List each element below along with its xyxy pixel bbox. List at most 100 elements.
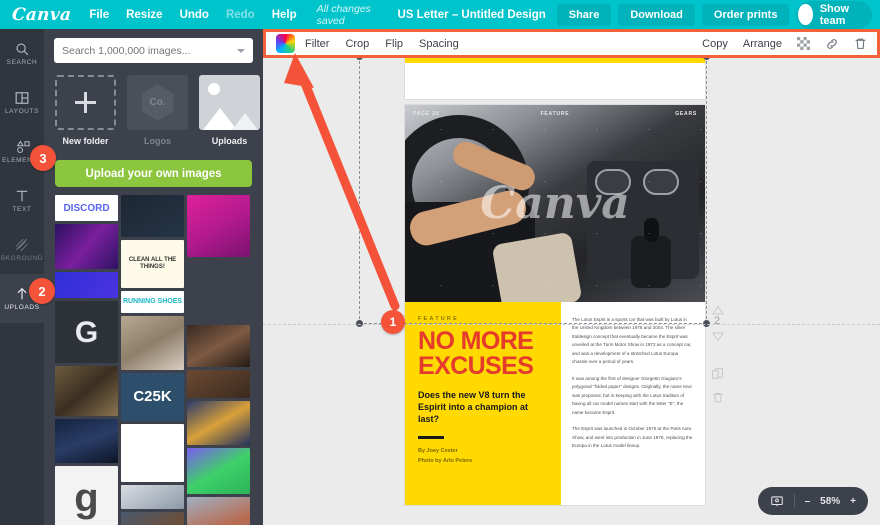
document-title[interactable]: US Letter – Untitled Design bbox=[398, 9, 546, 21]
sidebar-item-search[interactable]: SEARCH bbox=[0, 29, 44, 78]
slack-logo[interactable] bbox=[121, 424, 184, 482]
zoom-in-button[interactable]: + bbox=[850, 496, 856, 507]
office-photo[interactable] bbox=[121, 485, 184, 509]
show-team-button[interactable]: Show team bbox=[796, 0, 872, 29]
pink-portrait-art[interactable] bbox=[187, 195, 250, 257]
sidebar-item-background[interactable]: BKGROUND bbox=[0, 225, 44, 274]
menu-undo[interactable]: Undo bbox=[180, 9, 209, 21]
selection-box[interactable] bbox=[356, 53, 710, 327]
article-headline: NO MORE EXCUSES bbox=[418, 329, 549, 378]
sneakers-photo[interactable] bbox=[121, 316, 184, 370]
folder-uploads[interactable]: Uploads bbox=[199, 75, 260, 146]
download-button[interactable]: Download bbox=[618, 3, 695, 26]
canvas-area[interactable]: Filter Crop Flip Spacing Copy Arrange PA… bbox=[263, 29, 880, 525]
badge-label: 3 bbox=[39, 150, 47, 166]
article-rule bbox=[418, 436, 444, 440]
filter-button[interactable]: Filter bbox=[305, 38, 329, 50]
flip-button[interactable]: Flip bbox=[385, 38, 403, 50]
folder-new[interactable]: New folder bbox=[55, 75, 116, 146]
canva-logo[interactable]: Canva bbox=[11, 5, 72, 25]
color-swatch[interactable] bbox=[276, 34, 295, 53]
new-folder-tile[interactable] bbox=[55, 75, 116, 130]
green-gradient-art[interactable] bbox=[187, 448, 250, 494]
food-bowl-photo[interactable] bbox=[121, 512, 184, 525]
toy-figures-photo[interactable] bbox=[55, 366, 118, 416]
copy-button[interactable]: Copy bbox=[702, 38, 728, 50]
menu-file[interactable]: File bbox=[89, 9, 109, 21]
c25k-meme[interactable]: C25K bbox=[121, 373, 184, 421]
sidebar-label-layouts: LAYOUTS bbox=[4, 108, 40, 115]
uploads-panel: New folder Co. Logos Uploads Upload your… bbox=[44, 29, 263, 525]
toolbar-right-group: Copy Arrange bbox=[702, 37, 867, 51]
show-team-label: Show team bbox=[819, 2, 850, 27]
running-track-photo[interactable] bbox=[187, 497, 250, 525]
crop-button[interactable]: Crop bbox=[345, 38, 369, 50]
annotation-badge-3: 3 bbox=[30, 145, 56, 171]
byline-author: By Joey Cester bbox=[418, 448, 458, 455]
purple-glitch-art[interactable] bbox=[55, 224, 118, 269]
folder-label-new: New folder bbox=[62, 136, 109, 146]
article-section[interactable]: FEATURE NO MORE EXCUSES Does the new V8 … bbox=[405, 302, 705, 505]
badge-label: 2 bbox=[38, 283, 46, 299]
layouts-icon bbox=[15, 90, 29, 105]
thumbnail-label: g bbox=[74, 476, 99, 520]
chevron-down-icon[interactable] bbox=[237, 48, 245, 53]
badge-label: 1 bbox=[389, 315, 397, 329]
logos-folder-tile[interactable]: Co. bbox=[127, 75, 188, 130]
menu-help[interactable]: Help bbox=[272, 9, 297, 21]
discord-logo[interactable]: DISCORD bbox=[55, 195, 118, 221]
desk-illustration[interactable] bbox=[121, 195, 184, 237]
zoom-out-button[interactable]: – bbox=[805, 496, 811, 507]
sidebar-item-layouts[interactable]: LAYOUTS bbox=[0, 78, 44, 127]
car-night-photo[interactable] bbox=[55, 419, 118, 463]
image-icon bbox=[199, 75, 260, 130]
uploads-grid: DISCORD Gg CLEAN ALL THE THINGS! RUNNING S… bbox=[44, 187, 263, 525]
transparency-icon[interactable] bbox=[797, 37, 810, 50]
white-character-art[interactable] bbox=[187, 260, 250, 322]
folder-logos[interactable]: Co. Logos bbox=[127, 75, 188, 146]
share-button[interactable]: Share bbox=[556, 3, 612, 26]
avatar bbox=[798, 4, 813, 25]
uploads-column-1: DISCORD Gg bbox=[55, 195, 118, 525]
uploads-folder-tile[interactable] bbox=[199, 75, 260, 130]
annotation-badge-1: 1 bbox=[381, 310, 405, 334]
thumbnail-label: G bbox=[74, 315, 99, 349]
present-icon[interactable] bbox=[770, 494, 784, 508]
search-box[interactable] bbox=[54, 38, 253, 63]
page-down-arrow-icon[interactable] bbox=[712, 329, 724, 347]
order-prints-button[interactable]: Order prints bbox=[701, 3, 790, 26]
folder-label-logos: Logos bbox=[144, 136, 171, 146]
link-icon[interactable] bbox=[825, 37, 839, 51]
left-rail: SEARCH LAYOUTS ELEMENTS TEXT BKGROUND UP… bbox=[0, 29, 44, 525]
background-icon bbox=[15, 237, 29, 252]
top-bar: Canva File Resize Undo Redo Help All cha… bbox=[0, 0, 880, 29]
couple-photo[interactable] bbox=[187, 325, 250, 367]
page-up-arrow-icon[interactable] bbox=[712, 302, 724, 320]
duplicate-page-icon[interactable] bbox=[711, 367, 724, 385]
upload-your-own-images-button[interactable]: Upload your own images bbox=[55, 160, 252, 187]
arrange-button[interactable]: Arrange bbox=[743, 38, 782, 50]
colored-sneakers-photo[interactable] bbox=[187, 401, 250, 445]
article-paragraph: It was among the first of designer Giorg… bbox=[572, 375, 692, 415]
trash-icon[interactable] bbox=[854, 37, 867, 50]
boots-photo[interactable] bbox=[187, 370, 250, 398]
thumbnail-label: C25K bbox=[133, 387, 172, 405]
search-input[interactable] bbox=[62, 44, 237, 57]
running-shoes-title[interactable]: RUNNING SHOES bbox=[121, 291, 184, 313]
zoom-divider bbox=[793, 494, 795, 508]
article-body-column: The Lotus Esprit is a sports car that wa… bbox=[561, 302, 705, 505]
zoom-level: 58% bbox=[820, 495, 841, 507]
google-g-collage[interactable]: g bbox=[55, 466, 118, 525]
sidebar-label-uploads: UPLOADS bbox=[4, 304, 40, 311]
byline-photographer: Photo by Arlo Peters bbox=[418, 457, 473, 464]
thumbnail-label: CLEAN ALL THE THINGS! bbox=[128, 257, 177, 270]
menu-resize[interactable]: Resize bbox=[126, 9, 162, 21]
clean-all-the-things-meme[interactable]: CLEAN ALL THE THINGS! bbox=[121, 240, 184, 288]
element-toolbar: Filter Crop Flip Spacing Copy Arrange bbox=[263, 29, 880, 58]
spacing-button[interactable]: Spacing bbox=[419, 38, 459, 50]
thumbnail-label: DISCORD bbox=[63, 202, 110, 214]
g-shield-logo[interactable]: G bbox=[55, 301, 118, 363]
blue-text-card[interactable] bbox=[55, 272, 118, 298]
delete-page-icon[interactable] bbox=[712, 391, 724, 409]
sidebar-item-text[interactable]: TEXT bbox=[0, 176, 44, 225]
